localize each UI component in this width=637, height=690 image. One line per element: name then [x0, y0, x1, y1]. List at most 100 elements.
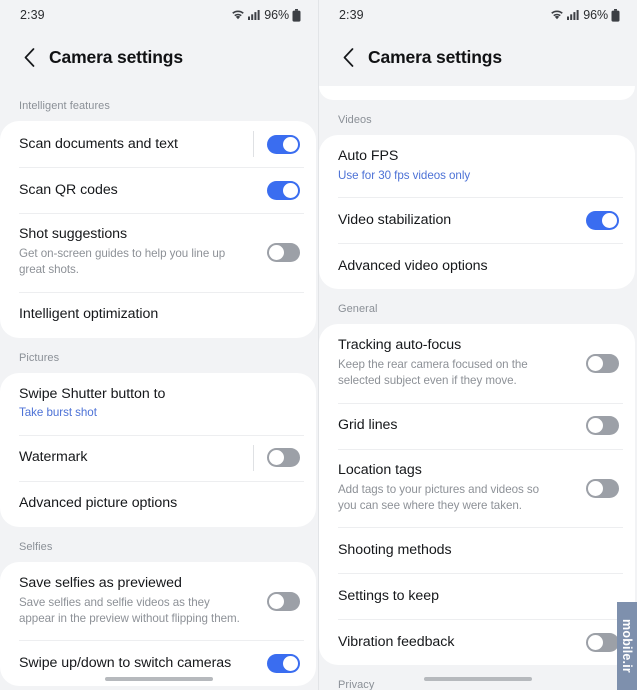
toggle-grid-lines[interactable]	[586, 416, 619, 436]
section-label-intelligent-features: Intelligent features	[19, 100, 110, 112]
watermark-text: mobile.ir	[620, 619, 634, 673]
setting-row-save-selfies-as-previewed[interactable]: Save selfies as previewed Save selfies an…	[0, 562, 316, 641]
toggle-knob	[588, 418, 603, 434]
status-bar: 2:39 96%	[0, 0, 318, 30]
dual-screenshot-container: 2:39 96% Camera settings Intelligent fea…	[0, 0, 637, 690]
setting-row-grid-lines[interactable]: Grid lines	[319, 402, 635, 449]
setting-row-vibration-feedback[interactable]: Vibration feedback	[319, 619, 635, 665]
row-title: Vibration feedback	[338, 634, 455, 651]
row-title: Watermark	[19, 449, 88, 466]
row-title: Swipe Shutter button to	[19, 385, 166, 402]
toggle-location-tags[interactable]	[586, 478, 619, 498]
row-title: Save selfies as previewed	[19, 574, 182, 591]
row-title: Advanced picture options	[19, 495, 178, 512]
page-title: Camera settings	[368, 46, 502, 67]
setting-row-video-stabilization[interactable]: Video stabilization	[319, 197, 635, 243]
toggle-container	[253, 242, 300, 262]
row-title: Scan QR codes	[19, 181, 118, 198]
row-text: Video stabilization	[338, 198, 560, 243]
row-title: Video stabilization	[338, 211, 452, 228]
toggle-container	[572, 210, 619, 230]
toggle-container	[253, 180, 300, 200]
row-title: Grid lines	[338, 417, 398, 434]
row-text: Intelligent optimization	[19, 292, 300, 337]
row-text: Save selfies as previewed Save selfies an…	[19, 562, 241, 641]
setting-row-advanced-picture-options[interactable]: Advanced picture options	[0, 480, 316, 527]
row-subtitle-link[interactable]: Take burst shot	[19, 405, 300, 421]
toggle-knob	[602, 212, 617, 228]
toggle-swipe-up-down-to-switch-cameras[interactable]	[267, 653, 300, 673]
toggle-container	[572, 632, 619, 652]
setting-row-settings-to-keep[interactable]: Settings to keep	[319, 573, 635, 619]
toggle-container	[253, 653, 300, 673]
row-title: Shooting methods	[338, 542, 452, 559]
row-text: Tracking auto-focus Keep the rear camera …	[338, 324, 560, 403]
row-title: Intelligent optimization	[19, 306, 159, 323]
row-title: Shot suggestions	[19, 226, 128, 242]
settings-card: Save selfies as previewed Save selfies an…	[0, 561, 316, 687]
status-indicators: 96%	[231, 8, 301, 22]
toggle-tracking-auto-focus[interactable]	[586, 354, 619, 373]
row-text: Settings to keep	[338, 574, 619, 619]
toggle-watermark[interactable]	[267, 448, 300, 468]
setting-row-advanced-video-options[interactable]: Advanced video options	[319, 243, 635, 289]
setting-row-scan-qr-codes[interactable]: Scan QR codes	[0, 167, 316, 213]
section-label-selfies: Selfies	[19, 540, 53, 553]
row-text: Auto FPS Use for 30 fps videos only	[338, 135, 619, 197]
settings-card: Tracking auto-focus Keep the rear camera …	[319, 324, 635, 666]
row-text: Shooting methods	[338, 528, 619, 573]
setting-row-scan-documents-and-text[interactable]: Scan documents and text	[0, 121, 316, 167]
site-watermark: mobile.ir	[617, 602, 637, 690]
toggle-knob	[269, 593, 284, 609]
toggle-save-selfies-as-previewed[interactable]	[267, 591, 300, 611]
row-subtitle: Add tags to your pictures and videos so …	[338, 482, 540, 513]
section-label-general: General	[338, 303, 378, 316]
row-text: Shot suggestions Get on-screen guides to …	[19, 213, 241, 292]
setting-row-watermark[interactable]: Watermark	[0, 434, 316, 481]
toggle-container	[253, 134, 300, 154]
row-title: Settings to keep	[338, 588, 439, 605]
row-text: Advanced picture options	[19, 481, 300, 526]
scrolled-card-edge	[319, 86, 635, 100]
toggle-knob	[283, 136, 298, 152]
toggle-video-stabilization[interactable]	[586, 210, 619, 230]
row-title: Swipe up/down to switch cameras	[19, 655, 232, 672]
setting-row-tracking-auto-focus[interactable]: Tracking auto-focus Keep the rear camera …	[319, 324, 635, 403]
setting-row-location-tags[interactable]: Location tags Add tags to your pictures a…	[319, 448, 635, 528]
row-text: Grid lines	[338, 403, 560, 448]
gesture-bar[interactable]	[424, 677, 532, 681]
row-text: Scan documents and text	[19, 122, 241, 167]
setting-row-shooting-methods[interactable]: Shooting methods	[319, 527, 635, 573]
row-title: Auto FPS	[338, 148, 399, 164]
row-text: Scan QR codes	[19, 168, 241, 213]
settings-card: Auto FPS Use for 30 fps videos only Video …	[319, 135, 635, 290]
row-title: Scan documents and text	[19, 135, 178, 152]
toggle-container	[572, 478, 619, 498]
toggle-shot-suggestions[interactable]	[267, 242, 300, 262]
wifi-icon	[550, 9, 564, 21]
status-clock: 2:39	[339, 8, 364, 22]
title-bar: Camera settings	[319, 30, 637, 86]
back-chevron-icon[interactable]	[337, 46, 359, 68]
toggle-scan-qr-codes[interactable]	[267, 180, 300, 200]
row-subtitle-link[interactable]: Use for 30 fps videos only	[338, 168, 619, 184]
right-settings-list: Videos Auto FPS Use for 30 fps videos only…	[319, 100, 637, 690]
row-text: Swipe Shutter button to Take burst shot	[19, 373, 300, 435]
back-chevron-icon[interactable]	[18, 46, 40, 68]
toggle-knob	[588, 480, 603, 496]
toggle-scan-documents-and-text[interactable]	[267, 134, 300, 154]
right-phone-screen: 2:39 96% Camera settings Videos Auto FPS…	[318, 0, 637, 690]
setting-row-auto-fps[interactable]: Auto FPS Use for 30 fps videos only	[319, 135, 635, 197]
wifi-icon	[231, 9, 245, 21]
toggle-vibration-feedback[interactable]	[586, 632, 619, 652]
section-label-videos: Videos	[338, 114, 372, 126]
setting-row-intelligent-optimization[interactable]: Intelligent optimization	[0, 291, 316, 338]
battery-percentage: 96%	[583, 8, 608, 22]
setting-row-shot-suggestions[interactable]: Shot suggestions Get on-screen guides to …	[0, 213, 316, 292]
toggle-knob	[283, 655, 298, 671]
toggle-knob	[269, 450, 284, 466]
toggle-knob	[269, 244, 284, 260]
setting-row-swipe-shutter-button-to[interactable]: Swipe Shutter button to Take burst shot	[0, 373, 316, 435]
settings-card: Swipe Shutter button to Take burst shot Wa…	[0, 372, 316, 527]
gesture-bar[interactable]	[105, 677, 213, 681]
